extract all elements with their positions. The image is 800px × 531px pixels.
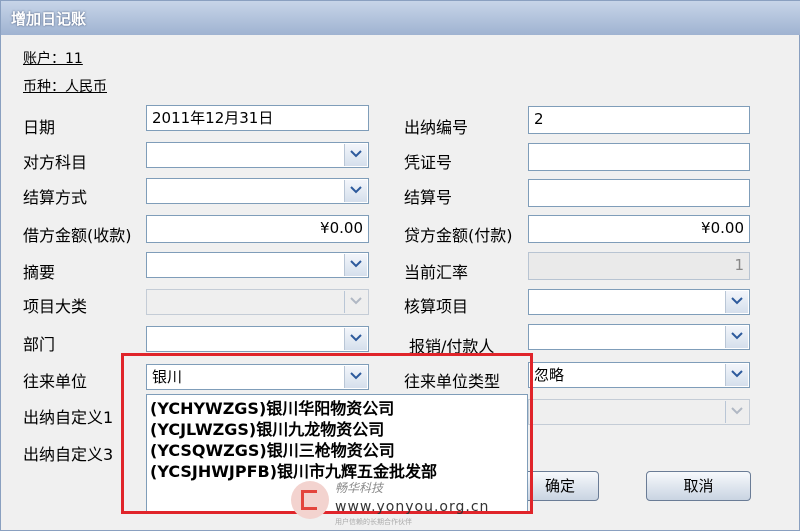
project-category-combo <box>146 289 369 315</box>
watermark-logo-icon <box>291 481 329 519</box>
chevron-down-icon[interactable] <box>344 180 367 202</box>
reimburser-label: 报销/付款人 <box>409 337 495 356</box>
accounting-item-label: 核算项目 <box>404 297 469 316</box>
department-combo[interactable] <box>146 326 369 352</box>
chevron-down-icon[interactable] <box>344 366 367 388</box>
credit-amount-field[interactable]: ¥0.00 <box>528 215 750 243</box>
ok-button[interactable]: 确定 <box>521 471 599 501</box>
chevron-down-icon[interactable] <box>725 326 748 348</box>
watermark-url: www.yonyou.org.cn <box>335 499 490 515</box>
title-bar[interactable]: 增加日记账 <box>1 1 800 35</box>
list-item[interactable]: (YCSQWZGS)银川三枪物资公司 <box>147 440 527 461</box>
counterparty-type-combo[interactable]: 忽略 <box>528 362 750 388</box>
chevron-down-icon <box>725 401 748 423</box>
exchange-rate-field: 1 <box>528 252 750 280</box>
watermark-company: 畅华科技 <box>335 481 384 495</box>
summary-combo[interactable] <box>146 252 369 278</box>
settlement-no-field[interactable] <box>528 179 750 207</box>
window-title: 增加日记账 <box>11 10 87 28</box>
counterparty-type-label: 往来单位类型 <box>404 372 501 391</box>
list-item[interactable]: (YCJLWZGS)银川九龙物资公司 <box>147 419 527 440</box>
custom1-label: 出纳自定义1 <box>23 408 114 427</box>
project-category-label: 项目大类 <box>23 297 88 316</box>
cashier-no-label: 出纳编号 <box>404 118 469 137</box>
accounting-item-combo[interactable] <box>528 289 750 315</box>
voucher-no-field[interactable] <box>528 143 750 171</box>
cashier-no-field[interactable]: 2 <box>528 106 750 134</box>
credit-amount-label: 贷方金额(付款) <box>404 226 513 245</box>
chevron-down-icon[interactable] <box>344 254 367 276</box>
chevron-down-icon[interactable] <box>344 328 367 350</box>
debit-amount-label: 借方金额(收款) <box>23 226 132 245</box>
counterparty-label: 往来单位 <box>23 372 88 391</box>
counter-account-combo[interactable] <box>146 142 369 168</box>
settlement-method-combo[interactable] <box>146 178 369 204</box>
counterparty-value: 银川 <box>152 368 183 386</box>
custom3-label: 出纳自定义3 <box>23 445 114 464</box>
counterparty-combo[interactable]: 银川 <box>146 364 369 390</box>
cancel-button[interactable]: 取消 <box>646 471 751 501</box>
chevron-down-icon[interactable] <box>725 291 748 313</box>
watermark: 畅华科技 www.yonyou.org.cn 用户信赖的长期合作伙伴 <box>291 479 521 526</box>
chevron-down-icon[interactable] <box>725 364 748 386</box>
settlement-no-label: 结算号 <box>404 188 453 207</box>
date-field[interactable]: 2011年12月31日 <box>146 105 369 131</box>
debit-amount-field[interactable]: ¥0.00 <box>146 215 369 243</box>
counter-account-label: 对方科目 <box>23 153 88 172</box>
counterparty-type-value: 忽略 <box>534 366 565 384</box>
voucher-no-label: 凭证号 <box>404 153 453 172</box>
list-item[interactable]: (YCHYWZGS)银川华阳物资公司 <box>147 398 527 419</box>
account-info: 账户：11 <box>23 51 83 67</box>
custom2-combo <box>528 399 750 425</box>
exchange-rate-label: 当前汇率 <box>404 263 469 282</box>
chevron-down-icon[interactable] <box>344 144 367 166</box>
date-label: 日期 <box>23 118 56 137</box>
journal-dialog: 增加日记账 账户：11 币种：人民币 日期 2011年12月31日 出纳编号 2… <box>0 0 800 531</box>
summary-label: 摘要 <box>23 263 56 282</box>
currency-info: 币种：人民币 <box>23 79 107 95</box>
department-label: 部门 <box>23 335 56 354</box>
settlement-method-label: 结算方式 <box>23 188 88 207</box>
reimburser-combo[interactable] <box>528 324 750 350</box>
chevron-down-icon <box>344 291 367 313</box>
watermark-slogan: 用户信赖的长期合作伙伴 <box>335 518 412 526</box>
